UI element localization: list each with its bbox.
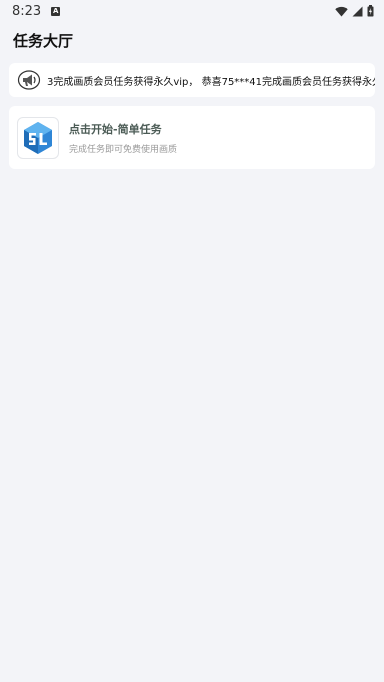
battery-icon: [367, 5, 374, 17]
app-logo: [17, 116, 59, 159]
status-time: 8:23: [12, 3, 42, 19]
notice-bar[interactable]: 3完成画质会员任务获得永久vip， 恭喜75***41完成画质会员任务获得永久v…: [9, 63, 375, 97]
a-notification-icon: A: [51, 6, 61, 16]
status-left: 8:23 A: [12, 3, 61, 19]
page-title: 任务大厅: [13, 32, 74, 50]
notice-text: 3完成画质会员任务获得永久vip， 恭喜75***41完成画质会员任务获得永久v…: [47, 76, 375, 88]
wifi-icon: [335, 6, 348, 16]
app-logo-icon: [24, 121, 52, 154]
task-card[interactable]: 点击开始-简单任务 完成任务即可免费使用画质: [9, 106, 375, 169]
task-subtitle: 完成任务即可免费使用画质: [69, 144, 178, 155]
status-bar: 8:23 A: [0, 0, 384, 22]
task-text: 点击开始-简单任务 完成任务即可免费使用画质: [69, 121, 177, 155]
megaphone-icon: [17, 70, 41, 90]
signal-icon: [352, 6, 363, 16]
status-right: [335, 5, 374, 17]
task-title: 点击开始-简单任务: [69, 122, 162, 136]
